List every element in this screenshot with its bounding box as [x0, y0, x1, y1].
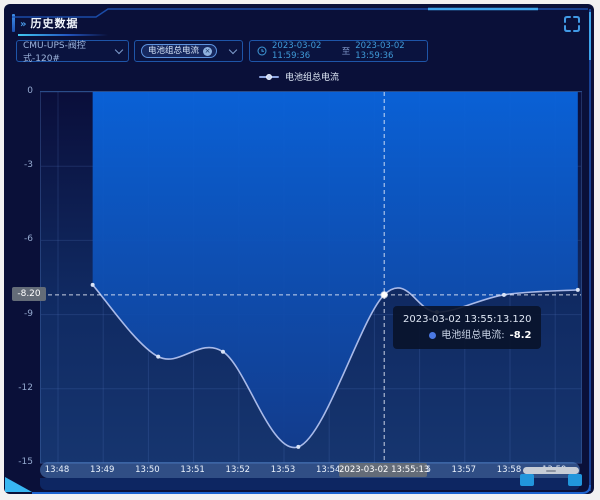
y-tick-label: 0 — [5, 86, 33, 96]
chart-plot-area[interactable] — [40, 91, 582, 464]
y-tick-label: -9 — [5, 309, 33, 319]
fullscreen-icon[interactable] — [562, 14, 582, 34]
y-tick-label: -12 — [5, 383, 33, 393]
metric-tag: 电池组总电流 × — [141, 44, 217, 58]
y-axis-pointer-label: -8.20 — [12, 287, 46, 301]
page-title-text: 历史数据 — [30, 17, 78, 30]
page-background: »历史数据 CMU-UPS-阀控式-120# 电池组总电流 × — [0, 0, 600, 500]
y-tick-label: -3 — [5, 160, 33, 170]
title-underline — [18, 34, 108, 36]
chevron-down-icon — [115, 45, 123, 53]
corner-accent-triangle — [5, 477, 32, 492]
legend[interactable]: 电池组总电流 — [4, 70, 594, 83]
x-tick-label: 13:52 — [226, 465, 251, 475]
date-range-picker[interactable]: 2023-03-02 11:59:36 至 2023-03-02 13:59:3… — [249, 40, 428, 62]
x-tick-label: 13:58 — [497, 465, 522, 475]
x-axis-pointer-label: 2023-03-02 13:55:13 — [339, 463, 427, 477]
datazoom-handle-right[interactable] — [568, 474, 582, 486]
x-tick-label: 13:53 — [271, 465, 296, 475]
title-accent-bar — [12, 14, 15, 32]
legend-line-marker-icon — [259, 73, 279, 81]
title-marker-icon: » — [20, 19, 27, 30]
legend-label: 电池组总电流 — [285, 70, 339, 83]
y-tick-label: -15 — [5, 457, 33, 467]
x-tick-label: 13:49 — [90, 465, 115, 475]
remove-tag-icon[interactable]: × — [203, 47, 212, 56]
date-end: 2023-03-02 13:59:36 — [355, 41, 420, 61]
history-data-panel: »历史数据 CMU-UPS-阀控式-120# 电池组总电流 × — [4, 4, 594, 494]
y-axis-labels: 0-3-6-9-12-15 — [4, 91, 36, 462]
x-tick-label: 13:50 — [135, 465, 160, 475]
date-start: 2023-03-02 11:59:36 — [272, 41, 337, 61]
metric-tag-label: 电池组总电流 — [148, 46, 199, 56]
datazoom-handle-left[interactable] — [520, 474, 534, 486]
device-select[interactable]: CMU-UPS-阀控式-120# — [16, 40, 129, 62]
x-tick-label: 13:48 — [45, 465, 70, 475]
line-chart — [41, 92, 581, 463]
x-tick-label: 13:54 — [316, 465, 341, 475]
device-select-value: CMU-UPS-阀控式-120# — [23, 38, 116, 64]
x-tick-label: 13:57 — [452, 465, 477, 475]
scrollbar-thumb[interactable] — [523, 467, 579, 474]
datazoom-shadow — [40, 478, 580, 490]
scrollbar-grip-icon — [546, 470, 556, 472]
metric-select[interactable]: 电池组总电流 × — [134, 40, 243, 62]
x-tick-label: 13:51 — [180, 465, 205, 475]
x-axis-band[interactable]: 13:4813:4913:5013:5113:5213:5313:5413:55… — [40, 462, 580, 478]
page-title: »历史数据 — [20, 15, 78, 31]
date-separator: 至 — [342, 45, 351, 57]
y-tick-label: -6 — [5, 234, 33, 244]
clock-icon — [257, 46, 267, 56]
chevron-down-icon — [229, 45, 237, 53]
